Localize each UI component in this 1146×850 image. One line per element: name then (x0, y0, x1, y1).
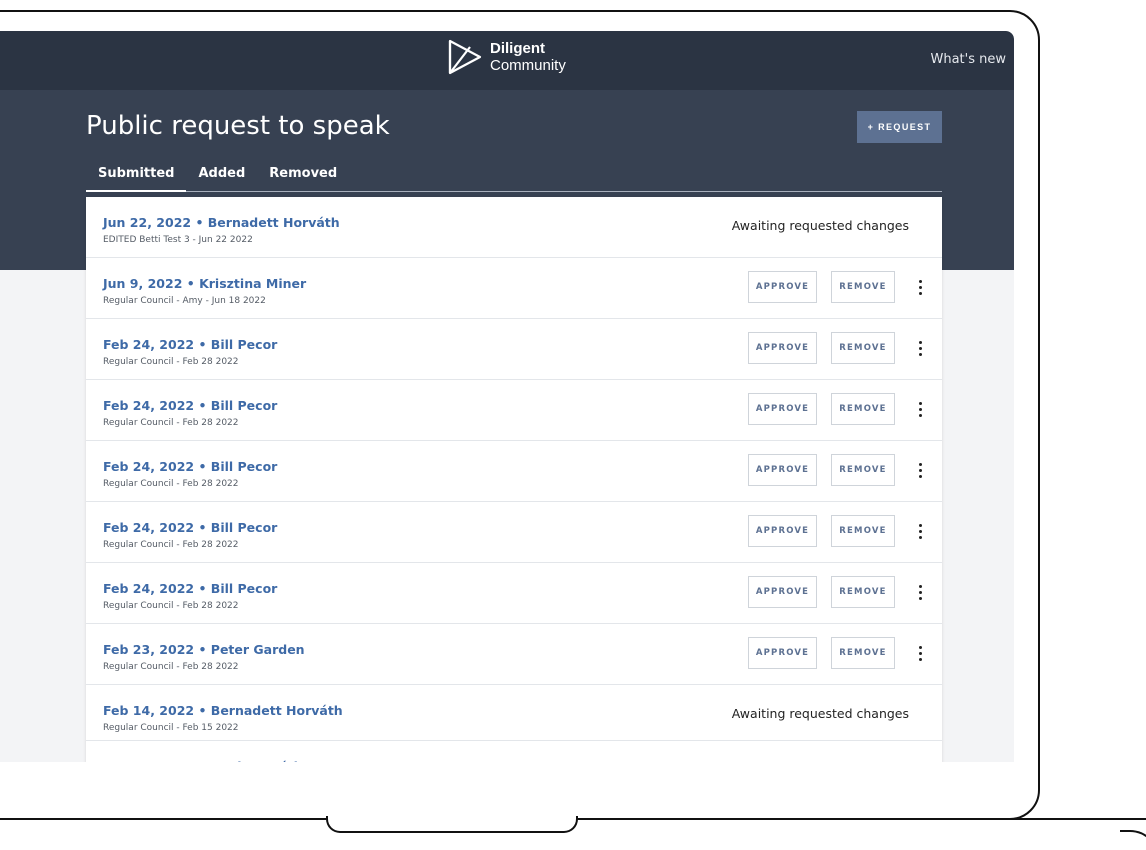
logo-brand: Diligent (490, 40, 545, 57)
status-text: Awaiting requested changes (731, 706, 909, 721)
remove-button[interactable]: REMOVE (831, 515, 895, 547)
diligent-logo-icon (448, 39, 482, 75)
more-dot (918, 596, 922, 600)
request-title-link[interactable]: Jun 9, 2022 • Krisztina Miner (103, 276, 306, 291)
status-tabs: Submitted Added Removed (86, 157, 942, 192)
list-item: Feb 14, 2022 • Bernadett Horváth Regular … (86, 685, 942, 741)
list-item: Feb 24, 2022 • Bill Pecor Regular Council… (86, 563, 942, 624)
request-title-link[interactable]: Feb 24, 2022 • Bill Pecor (103, 520, 277, 535)
request-meeting: Regular Council - Feb 28 2022 (103, 479, 239, 489)
approve-button[interactable]: APPROVE (748, 393, 817, 425)
tab-submitted[interactable]: Submitted (86, 157, 187, 192)
tab-removed[interactable]: Removed (257, 157, 349, 192)
list-item: Jun 9, 2022 • Krisztina Miner Regular Cou… (86, 258, 942, 319)
more-dot (918, 651, 922, 655)
more-dot (918, 657, 922, 661)
request-title-link[interactable]: Feb 24, 2022 • Bill Pecor (103, 581, 277, 596)
more-dot (918, 413, 922, 417)
approve-button[interactable]: APPROVE (748, 576, 817, 608)
request-title-link[interactable]: Feb 14, 2022 • Bernadett Horváth (103, 703, 343, 718)
more-options-icon[interactable] (912, 275, 928, 299)
whats-new-link[interactable]: What's new (930, 52, 1006, 67)
more-options-icon[interactable] (912, 641, 928, 665)
more-options-icon[interactable] (912, 458, 928, 482)
more-dot (918, 340, 922, 344)
logo-product: Community (490, 57, 566, 74)
request-meeting: EDITED Betti Test 3 - Jun 22 2022 (103, 235, 253, 245)
request-meeting: Regular Council - Feb 28 2022 (103, 601, 239, 611)
logo-text: Diligent Community (490, 41, 566, 73)
list-item: Feb 24, 2022 • Bill Pecor Regular Council… (86, 380, 942, 441)
more-dot (918, 535, 922, 539)
request-title-link[interactable]: Feb 24, 2022 • Bill Pecor (103, 398, 277, 413)
request-title-link[interactable]: Feb 24, 2022 • Bill Pecor (103, 337, 277, 352)
remove-button[interactable]: REMOVE (831, 271, 895, 303)
approve-button[interactable]: APPROVE (748, 332, 817, 364)
more-options-icon[interactable] (912, 336, 928, 360)
more-dot (918, 285, 922, 289)
request-meeting: Regular Council - Amy - Jun 18 2022 (103, 296, 266, 306)
more-dot (918, 645, 922, 649)
more-dot (918, 462, 922, 466)
top-bar: Diligent Community What's new (0, 31, 1014, 90)
approve-button[interactable]: APPROVE (748, 454, 817, 486)
approve-button[interactable]: APPROVE (748, 637, 817, 669)
remove-button[interactable]: REMOVE (831, 332, 895, 364)
page-title: Public request to speak (86, 111, 390, 141)
approve-button[interactable]: APPROVE (748, 515, 817, 547)
laptop-notch (326, 816, 578, 833)
request-meeting: Regular Council - Feb 15 2022 (103, 723, 239, 733)
app-logo[interactable]: Diligent Community (448, 39, 566, 75)
more-dot (918, 346, 922, 350)
list-item: Feb 24, 2022 • Bill Pecor Regular Council… (86, 441, 942, 502)
more-dot (918, 523, 922, 527)
remove-button[interactable]: REMOVE (831, 454, 895, 486)
request-meeting: Regular Council - Feb 28 2022 (103, 662, 239, 672)
request-title-link[interactable]: Jun 22, 2022 • Bernadett Horváth (103, 215, 340, 230)
status-text: Awaiting requested changes (731, 218, 909, 233)
more-options-icon[interactable] (912, 580, 928, 604)
more-dot (918, 468, 922, 472)
more-dot (918, 529, 922, 533)
more-dot (918, 401, 922, 405)
more-dot (918, 291, 922, 295)
list-item: Feb 23, 2022 • Peter Garden Regular Counc… (86, 624, 942, 685)
more-options-icon[interactable] (912, 397, 928, 421)
more-dot (918, 474, 922, 478)
list-item: Jan 17, 2022 • Betti HorváthAwaiting req… (86, 741, 942, 762)
list-item: Feb 24, 2022 • Bill Pecor Regular Council… (86, 502, 942, 563)
list-item: Feb 24, 2022 • Bill Pecor Regular Council… (86, 319, 942, 380)
more-dot (918, 407, 922, 411)
tab-added[interactable]: Added (186, 157, 257, 192)
remove-button[interactable]: REMOVE (831, 637, 895, 669)
request-title-link[interactable]: Feb 23, 2022 • Peter Garden (103, 642, 305, 657)
request-title-link[interactable]: Jan 17, 2022 • Betti Horváth (103, 759, 303, 762)
app-screen: Diligent Community What's new Public req… (0, 31, 1014, 762)
request-title-link[interactable]: Feb 24, 2022 • Bill Pecor (103, 459, 277, 474)
more-options-icon[interactable] (912, 519, 928, 543)
more-dot (918, 584, 922, 588)
more-dot (918, 352, 922, 356)
add-request-button[interactable]: + REQUEST (857, 111, 942, 143)
request-meeting: Regular Council - Feb 28 2022 (103, 540, 239, 550)
request-meeting: Regular Council - Feb 28 2022 (103, 357, 239, 367)
request-meeting: Regular Council - Feb 28 2022 (103, 418, 239, 428)
remove-button[interactable]: REMOVE (831, 393, 895, 425)
more-dot (918, 279, 922, 283)
laptop-base-corner (1120, 830, 1146, 850)
request-list: Jun 22, 2022 • Bernadett Horváth EDITED B… (86, 197, 942, 762)
remove-button[interactable]: REMOVE (831, 576, 895, 608)
approve-button[interactable]: APPROVE (748, 271, 817, 303)
more-dot (918, 590, 922, 594)
list-item: Jun 22, 2022 • Bernadett Horváth EDITED B… (86, 197, 942, 258)
